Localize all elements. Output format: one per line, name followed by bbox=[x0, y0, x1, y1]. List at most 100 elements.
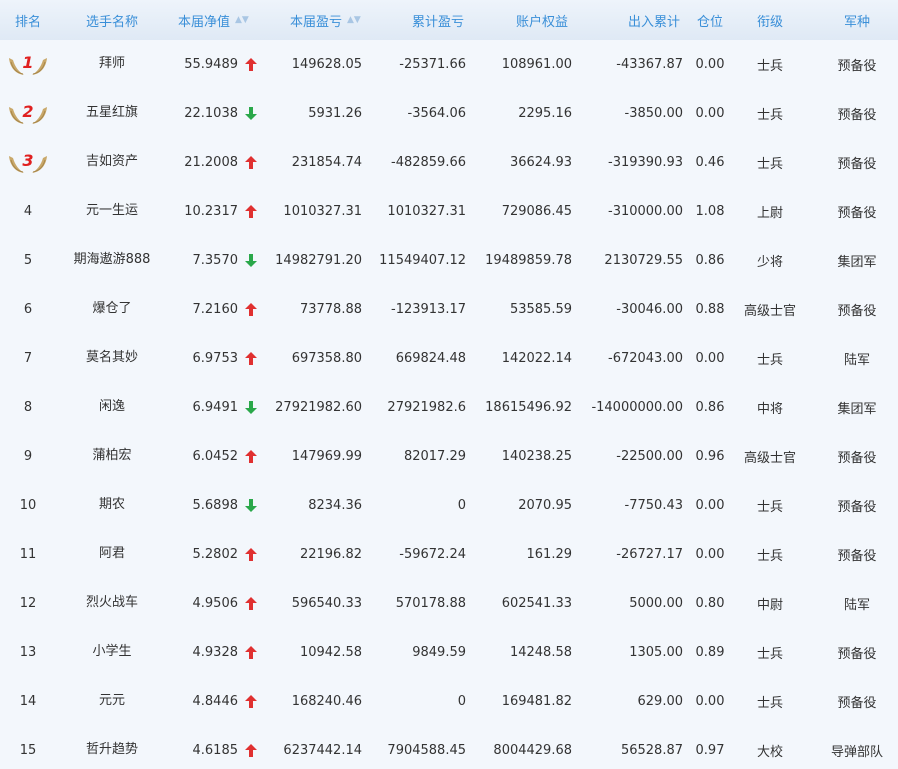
table-row[interactable]: 10 期农 5.6898 8234.36 0 2070.95 -7750.43 0.00 士兵 预… bbox=[0, 481, 898, 530]
up-arrow-icon bbox=[243, 530, 259, 579]
cumulative-flow: 56528.87 bbox=[620, 743, 683, 758]
table-header: 排名 选手名称 本届净值 ▲▼ 本届盈亏 ▲▼ 累计盈亏 账户权益 出入累计 仓… bbox=[0, 0, 898, 40]
player-name-link[interactable]: 烈火战车 bbox=[62, 579, 162, 628]
position-ratio: 0.89 bbox=[695, 645, 725, 660]
cumulative-pnl: -3564.06 bbox=[407, 106, 466, 121]
rank-cell: 14 bbox=[0, 677, 56, 726]
cumulative-flow: 1305.00 bbox=[629, 645, 683, 660]
table-row[interactable]: 12 烈火战车 4.9506 596540.33 570178.88 602541.33 5… bbox=[0, 579, 898, 628]
account-equity: 36624.93 bbox=[509, 155, 572, 170]
header-position: 仓位 bbox=[690, 0, 730, 40]
military-branch: 预备役 bbox=[837, 59, 877, 74]
player-name-link[interactable]: 五星红旗 bbox=[62, 89, 162, 138]
cumulative-flow: -26727.17 bbox=[616, 547, 683, 562]
position-ratio: 0.88 bbox=[695, 302, 725, 317]
position-ratio: 0.00 bbox=[695, 351, 725, 366]
cumulative-pnl: 0 bbox=[457, 498, 466, 513]
header-equity-label: 账户权益 bbox=[516, 14, 569, 30]
header-cum-pnl: 累计盈亏 bbox=[412, 0, 472, 40]
net-value: 4.8446 bbox=[192, 694, 239, 709]
table-row[interactable]: 7 莫名其妙 6.9753 697358.80 669824.48 142022.14 -6… bbox=[0, 334, 898, 383]
current-pnl: 14982791.20 bbox=[275, 253, 362, 268]
military-rank: 士兵 bbox=[756, 157, 783, 172]
down-arrow-icon bbox=[243, 89, 259, 138]
player-name-link[interactable]: 吉如资产 bbox=[62, 138, 162, 187]
table-row[interactable]: 14 元元 4.8446 168240.46 0 169481.82 629.00 0.00 士… bbox=[0, 677, 898, 726]
player-name-link[interactable]: 蒲柏宏 bbox=[62, 432, 162, 481]
up-arrow-icon bbox=[243, 40, 259, 89]
position-ratio: 1.08 bbox=[695, 204, 725, 219]
account-equity: 169481.82 bbox=[501, 694, 572, 709]
table-row[interactable]: 2 五星红旗 22.1038 5931.26 -3564.06 2295.16 -3850.… bbox=[0, 89, 898, 138]
military-branch: 预备役 bbox=[837, 549, 877, 564]
military-branch: 预备役 bbox=[837, 157, 877, 172]
account-equity: 19489859.78 bbox=[485, 253, 572, 268]
table-row[interactable]: 6 爆仓了 7.2160 73778.88 -123913.17 53585.59 -300… bbox=[0, 285, 898, 334]
military-rank: 大校 bbox=[756, 745, 783, 760]
rank-number: 2 bbox=[22, 101, 34, 121]
table-row[interactable]: 4 元一生运 10.2317 1010327.31 1010327.31 729086.4… bbox=[0, 187, 898, 236]
up-arrow-icon bbox=[243, 677, 259, 726]
header-branch: 军种 bbox=[815, 0, 898, 40]
military-branch: 预备役 bbox=[837, 108, 877, 123]
cumulative-flow: -22500.00 bbox=[616, 449, 683, 464]
military-branch: 预备役 bbox=[837, 206, 877, 221]
current-pnl: 6237442.14 bbox=[283, 743, 362, 758]
rank-cell: 7 bbox=[0, 334, 56, 383]
player-name-link[interactable]: 闲逸 bbox=[62, 383, 162, 432]
up-arrow-icon bbox=[243, 285, 259, 334]
player-name-link[interactable]: 拜师 bbox=[62, 40, 162, 89]
player-name-link[interactable]: 哲升趋势 bbox=[62, 726, 162, 769]
player-name-link[interactable]: 阿君 bbox=[62, 530, 162, 579]
header-position-label: 仓位 bbox=[696, 14, 723, 30]
table-row[interactable]: 1 拜师 55.9489 149628.05 -25371.66 108961.00 -43… bbox=[0, 40, 898, 89]
table-row[interactable]: 13 小学生 4.9328 10942.58 9849.59 14248.58 1305.0… bbox=[0, 628, 898, 677]
rank-cell: 15 bbox=[0, 726, 56, 769]
table-row[interactable]: 15 哲升趋势 4.6185 6237442.14 7904588.45 8004429.… bbox=[0, 726, 898, 769]
table-row[interactable]: 8 闲逸 6.9491 27921982.60 27921982.6 18615496.9… bbox=[0, 383, 898, 432]
player-name-link[interactable]: 爆仓了 bbox=[62, 285, 162, 334]
cumulative-pnl: 0 bbox=[457, 694, 466, 709]
net-value: 4.6185 bbox=[192, 743, 239, 758]
cumulative-pnl: 7904588.45 bbox=[387, 743, 466, 758]
player-name-link[interactable]: 期海遨游888 bbox=[62, 236, 162, 285]
military-rank: 士兵 bbox=[756, 353, 783, 368]
player-name-link[interactable]: 元一生运 bbox=[62, 187, 162, 236]
cumulative-flow: -310000.00 bbox=[608, 204, 683, 219]
military-rank: 上尉 bbox=[756, 206, 783, 221]
net-value: 55.9489 bbox=[184, 57, 238, 72]
rank-number: 5 bbox=[23, 253, 33, 268]
table-row[interactable]: 11 阿君 5.2802 22196.82 -59672.24 161.29 -26727.… bbox=[0, 530, 898, 579]
rank-number: 1 bbox=[22, 52, 34, 72]
table-row[interactable]: 9 蒲柏宏 6.0452 147969.99 82017.29 140238.25 -225… bbox=[0, 432, 898, 481]
cumulative-flow: -30046.00 bbox=[616, 302, 683, 317]
cumulative-flow: -3850.00 bbox=[624, 106, 683, 121]
cumulative-flow: -14000000.00 bbox=[591, 400, 683, 415]
cumulative-pnl: -482859.66 bbox=[391, 155, 466, 170]
rank-number: 4 bbox=[23, 204, 33, 219]
account-equity: 108961.00 bbox=[501, 57, 572, 72]
current-pnl: 596540.33 bbox=[291, 596, 362, 611]
table-row[interactable]: 5 期海遨游888 7.3570 14982791.20 11549407.12 1948… bbox=[0, 236, 898, 285]
position-ratio: 0.46 bbox=[695, 155, 725, 170]
rank-cell: 5 bbox=[0, 236, 56, 285]
header-rank-label: 排名 bbox=[14, 14, 41, 30]
rank-cell: 4 bbox=[0, 187, 56, 236]
table-row[interactable]: 3 吉如资产 21.2008 231854.74 -482859.66 36624.93 -… bbox=[0, 138, 898, 187]
rank-number: 6 bbox=[23, 302, 33, 317]
rank-cell: 1 bbox=[0, 40, 56, 89]
player-name-link[interactable]: 元元 bbox=[62, 677, 162, 726]
player-name-link[interactable]: 小学生 bbox=[62, 628, 162, 677]
cumulative-pnl: 27921982.6 bbox=[387, 400, 466, 415]
position-ratio: 0.97 bbox=[695, 743, 725, 758]
header-pnl-sort[interactable]: 本届盈亏 ▲▼ bbox=[290, 0, 390, 40]
account-equity: 729086.45 bbox=[501, 204, 572, 219]
rank-cell: 6 bbox=[0, 285, 56, 334]
header-net-value-sort[interactable]: 本届净值 ▲▼ bbox=[178, 0, 278, 40]
player-name-link[interactable]: 莫名其妙 bbox=[62, 334, 162, 383]
cumulative-pnl: -123913.17 bbox=[391, 302, 466, 317]
player-name-link[interactable]: 期农 bbox=[62, 481, 162, 530]
military-branch: 预备役 bbox=[837, 500, 877, 515]
laurel-medal-icon: 1 bbox=[7, 52, 49, 78]
position-ratio: 0.86 bbox=[695, 400, 725, 415]
